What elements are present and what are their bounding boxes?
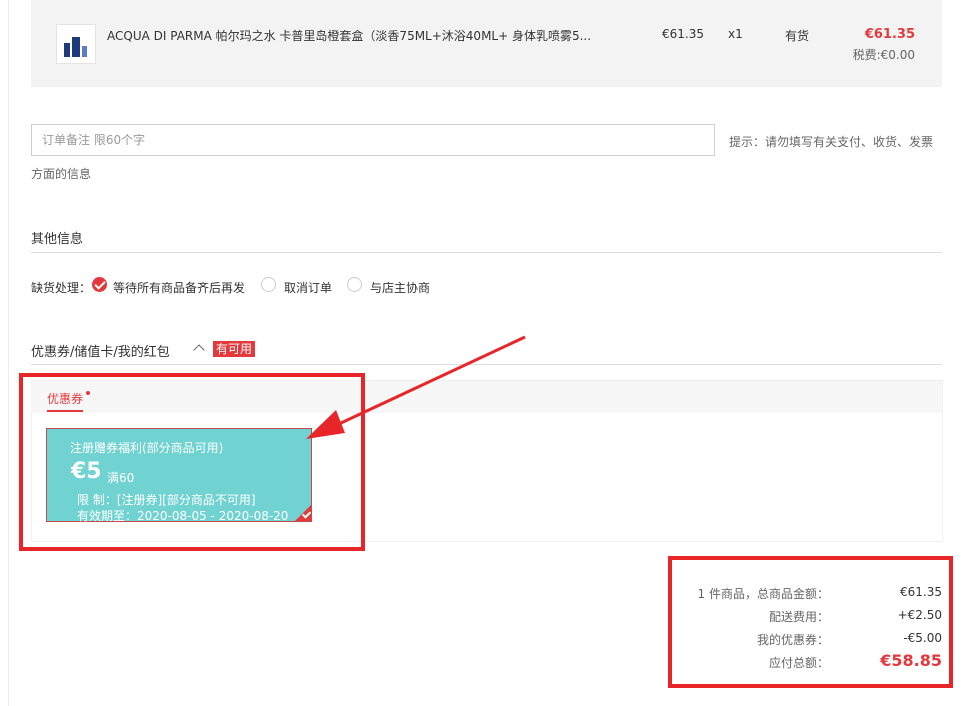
summary-coupon-label: 我的优惠券：	[756, 633, 829, 647]
summary-total-value: €58.85	[880, 651, 942, 670]
summary-shipping-value: +€2.50	[897, 608, 942, 622]
summary-items-label: 1 件商品，总商品金额：	[697, 587, 829, 601]
summary-total-label: 应付总额：	[768, 656, 829, 670]
summary-coupon-value: -€5.00	[903, 631, 942, 645]
summary-items-value: €61.35	[900, 585, 942, 599]
summary-shipping-label: 配送费用：	[768, 610, 829, 624]
